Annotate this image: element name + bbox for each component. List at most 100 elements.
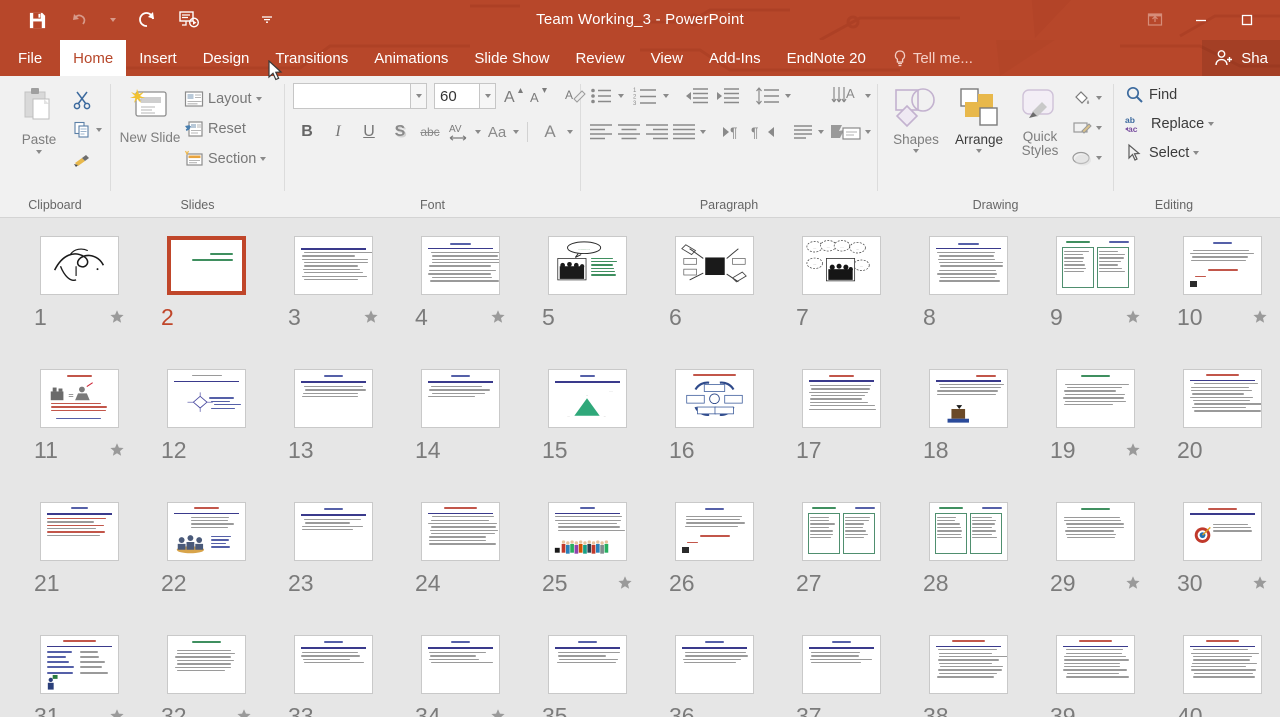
animation-star-icon[interactable]: [1125, 442, 1141, 458]
slide-thumbnail-wrapper[interactable]: [1183, 369, 1262, 428]
slide-sorter-pane[interactable]: 1 2 3 4 .......... 5 6 .... .... .... ..…: [0, 218, 1280, 717]
text-direction-dropdown-icon[interactable]: [865, 94, 871, 98]
find-button[interactable]: Find: [1122, 80, 1228, 109]
slide-thumbnail-item[interactable]: 24: [397, 502, 524, 635]
reset-button[interactable]: Reset: [181, 114, 269, 143]
slide-thumbnail[interactable]: [167, 635, 246, 694]
animation-star-icon[interactable]: [1125, 309, 1141, 325]
slide-thumbnail[interactable]: [1056, 635, 1135, 694]
shape-outline-icon[interactable]: [1068, 114, 1096, 142]
slide-thumbnail-wrapper[interactable]: [1056, 502, 1135, 561]
replace-button[interactable]: ab ac Replace: [1122, 109, 1228, 138]
minimize-icon[interactable]: [1178, 0, 1224, 40]
slide-thumbnail-item[interactable]: 26: [651, 502, 778, 635]
select-button[interactable]: Select: [1122, 138, 1228, 167]
change-case-dropdown-icon[interactable]: [513, 130, 519, 134]
cut-icon[interactable]: [68, 86, 96, 114]
slide-thumbnail-wrapper[interactable]: [167, 369, 246, 428]
slide-thumbnail-wrapper[interactable]: [802, 369, 881, 428]
tab-add-ins[interactable]: Add-Ins: [696, 40, 774, 76]
layout-dropdown-icon[interactable]: [256, 97, 262, 101]
line-spacing-dropdown-icon[interactable]: [785, 94, 791, 98]
strikethrough-icon[interactable]: abc: [417, 118, 443, 146]
slide-thumbnail-item[interactable]: 32: [143, 635, 270, 717]
slide-thumbnail-item[interactable]: 39: [1032, 635, 1159, 717]
shape-fill-icon[interactable]: [1068, 84, 1096, 112]
slide-thumbnail-item[interactable]: 10: [1159, 236, 1280, 369]
slide-thumbnail-wrapper[interactable]: [294, 369, 373, 428]
slide-thumbnail[interactable]: [1183, 236, 1262, 295]
align-right-icon[interactable]: [644, 118, 669, 146]
animation-star-icon[interactable]: [236, 708, 252, 717]
slide-thumbnail-item[interactable]: .......... 5: [524, 236, 651, 369]
slide-thumbnail-wrapper[interactable]: [802, 635, 881, 694]
slide-thumbnail[interactable]: [40, 236, 119, 295]
slide-thumbnail[interactable]: [929, 502, 1008, 561]
align-center-icon[interactable]: [617, 118, 642, 146]
slide-thumbnail-wrapper[interactable]: [929, 502, 1008, 561]
tab-slide-show[interactable]: Slide Show: [461, 40, 562, 76]
slide-thumbnail[interactable]: [421, 369, 500, 428]
animation-star-icon[interactable]: [109, 442, 125, 458]
convert-to-smartart-dropdown-icon[interactable]: [865, 130, 871, 134]
change-case-icon[interactable]: Aa: [484, 118, 510, 146]
slide-thumbnail[interactable]: [675, 502, 754, 561]
slide-thumbnail-wrapper[interactable]: [421, 635, 500, 694]
columns-icon[interactable]: [790, 118, 815, 146]
line-spacing-icon[interactable]: [754, 82, 782, 110]
slide-thumbnail-item[interactable]: 3: [270, 236, 397, 369]
slide-thumbnail[interactable]: [294, 236, 373, 295]
character-spacing-dropdown-icon[interactable]: [475, 130, 481, 134]
slide-thumbnail-item[interactable]: 14: [397, 369, 524, 502]
slide-grid[interactable]: 1 2 3 4 .......... 5 6 .... .... .... ..…: [0, 236, 1280, 717]
slide-thumbnail-item[interactable]: 1: [16, 236, 143, 369]
text-direction-rtl-icon[interactable]: ¶: [750, 118, 776, 146]
tell-me-box[interactable]: Tell me...: [883, 40, 983, 76]
slide-thumbnail-wrapper[interactable]: [675, 635, 754, 694]
slide-thumbnail-item[interactable]: 21: [16, 502, 143, 635]
animation-star-icon[interactable]: [490, 309, 506, 325]
slide-thumbnail-item[interactable]: 30: [1159, 502, 1280, 635]
font-size-input[interactable]: 60: [434, 83, 480, 109]
slide-thumbnail-wrapper[interactable]: [294, 635, 373, 694]
slide-thumbnail[interactable]: [40, 635, 119, 694]
slide-thumbnail-wrapper[interactable]: [675, 236, 754, 295]
justify-icon[interactable]: [672, 118, 697, 146]
copy-icon[interactable]: [68, 116, 96, 144]
animation-star-icon[interactable]: [109, 309, 125, 325]
justify-dropdown-icon[interactable]: [700, 130, 706, 134]
shape-effects-dropdown-icon[interactable]: [1096, 156, 1102, 160]
slide-thumbnail-wrapper[interactable]: [548, 635, 627, 694]
slide-thumbnail-item[interactable]: 31: [16, 635, 143, 717]
slide-thumbnail-item[interactable]: ... ... ... .... 15: [524, 369, 651, 502]
slide-thumbnail[interactable]: =: [40, 369, 119, 428]
animation-star-icon[interactable]: [1252, 575, 1268, 591]
slide-thumbnail[interactable]: ... ... ... ....: [548, 369, 627, 428]
animation-star-icon[interactable]: [1252, 309, 1268, 325]
font-size-combo[interactable]: 60: [434, 83, 496, 109]
slide-thumbnail[interactable]: [294, 502, 373, 561]
bullets-icon[interactable]: [589, 82, 615, 110]
font-name-combo[interactable]: [293, 83, 427, 109]
slide-thumbnail-item[interactable]: 4: [397, 236, 524, 369]
slide-thumbnail-item[interactable]: 8: [905, 236, 1032, 369]
numbering-icon[interactable]: 123: [632, 82, 660, 110]
slide-thumbnail-wrapper[interactable]: [40, 502, 119, 561]
bullets-dropdown-icon[interactable]: [618, 94, 624, 98]
paste-button[interactable]: Paste: [10, 82, 68, 196]
font-size-dropdown-icon[interactable]: [480, 83, 496, 109]
slide-thumbnail[interactable]: [675, 236, 754, 295]
slide-thumbnail-wrapper[interactable]: [1056, 635, 1135, 694]
tab-home[interactable]: Home: [60, 40, 126, 76]
align-left-icon[interactable]: [589, 118, 614, 146]
select-dropdown-icon[interactable]: [1193, 151, 1199, 155]
slide-thumbnail-item[interactable]: 33: [270, 635, 397, 717]
slide-thumbnail-wrapper[interactable]: [294, 502, 373, 561]
share-button[interactable]: Sha: [1202, 40, 1280, 76]
slide-thumbnail-wrapper[interactable]: ..........: [548, 236, 627, 295]
slide-thumbnail-wrapper[interactable]: [421, 502, 500, 561]
slide-thumbnail-wrapper[interactable]: [421, 369, 500, 428]
slide-thumbnail[interactable]: [167, 502, 246, 561]
ribbon-tabs[interactable]: File Home Insert Design Transitions Anim…: [0, 40, 1280, 76]
quick-styles-button[interactable]: Quick Styles: [1012, 82, 1068, 196]
